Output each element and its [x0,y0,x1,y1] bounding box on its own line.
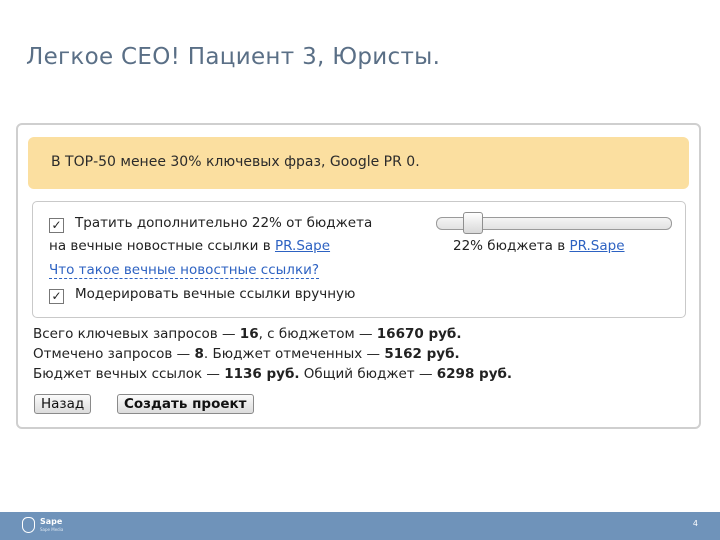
spend-option-label-2: на вечные новостные ссылки в [49,238,275,254]
logo-text: Sape [40,517,63,526]
spend-option-row: ✓ Тратить дополнительно 22% от бюджета [49,215,372,233]
summary-line-selected: Отмечено запросов — 8. Бюджет отмеченных… [33,346,460,362]
notice-banner: В ТОР-50 менее 30% ключевых фраз, Google… [28,137,689,189]
pr-sape-link[interactable]: PR.Sape [275,238,330,254]
summary-text: Бюджет вечных ссылок — [33,366,225,382]
slider-caption-text: 22% бюджета в [453,238,570,254]
sape-logo-icon [22,517,35,533]
summary-text: Всего ключевых запросов — [33,326,240,342]
summary-value: 16 [239,326,259,342]
summary-text: , с бюджетом — [258,326,377,342]
create-project-button[interactable]: Создать проект [117,394,254,414]
moderate-option-label: Модерировать вечные ссылки вручную [75,286,356,302]
summary-text: . Бюджет отмеченных — [203,346,385,362]
summary-value: 16670 руб. [376,326,462,342]
back-button[interactable]: Назад [34,394,92,414]
help-row: Что такое вечные новостные ссылки? [49,262,320,279]
spend-option-line2: на вечные новостные ссылки в PR.Sape [49,238,330,254]
slider-caption: 22% бюджета в PR.Sape [453,238,625,254]
spend-checkbox[interactable]: ✓ [49,218,64,233]
summary-value: 5162 руб. [384,346,460,362]
slide-title: Легкое СЕО! Пациент 3, Юристы. [26,44,441,70]
moderate-checkbox[interactable]: ✓ [49,289,64,304]
sape-logo: Sape Sape Media [22,516,82,536]
summary-text: Общий бюджет — [299,366,437,382]
moderate-option-row: ✓ Модерировать вечные ссылки вручную [49,286,355,304]
spend-option-label: Тратить дополнительно 22% от бюджета [75,215,373,231]
summary-value: 1136 руб. [224,366,300,382]
options-box: ✓ Тратить дополнительно 22% от бюджета на… [32,201,686,318]
summary-value: 6298 руб. [436,366,513,382]
summary-text: Отмечено запросов — [33,346,195,362]
campaign-panel: В ТОР-50 менее 30% ключевых фраз, Google… [16,123,701,429]
budget-slider-handle[interactable] [463,212,483,234]
logo-subtext: Sape Media [40,527,64,532]
budget-slider[interactable] [436,212,672,234]
footer-bar: Sape Sape Media 4 [0,512,720,540]
page-number: 4 [692,519,698,528]
slider-pr-sape-link[interactable]: PR.Sape [569,238,624,254]
summary-value: 8 [194,346,204,362]
help-link[interactable]: Что такое вечные новостные ссылки? [49,262,320,279]
summary-line-total: Всего ключевых запросов — 16, с бюджетом… [33,326,461,342]
summary-line-budget: Бюджет вечных ссылок — 1136 руб. Общий б… [33,366,512,382]
